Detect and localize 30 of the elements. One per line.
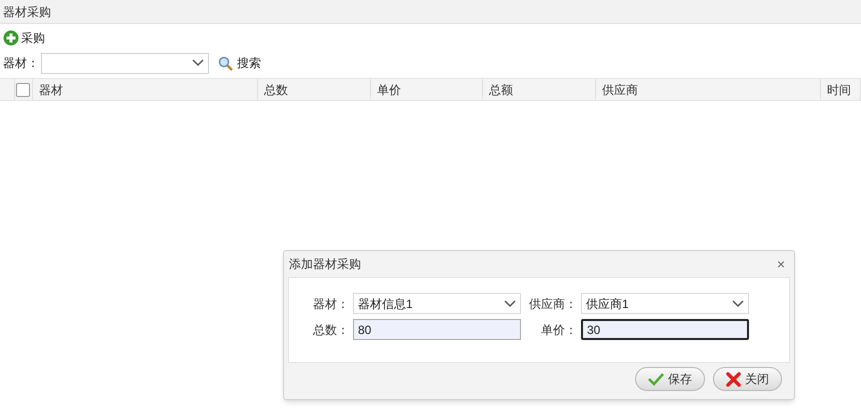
- close-button[interactable]: 关闭: [713, 367, 782, 391]
- field-label: 供应商：: [528, 296, 578, 312]
- select-field[interactable]: 器材信息1: [353, 293, 521, 314]
- column-header[interactable]: 单价: [371, 79, 483, 100]
- field-label: 单价：: [540, 322, 578, 338]
- search-icon: [218, 56, 233, 70]
- panel-title: 器材采购: [3, 4, 51, 20]
- field-label: 器材：: [312, 296, 350, 312]
- input-field[interactable]: 80: [353, 319, 521, 340]
- search-label: 器材：: [3, 55, 39, 72]
- dialog-title: 添加器材采购: [289, 256, 361, 273]
- cross-icon: [726, 372, 741, 386]
- column-header[interactable]: 器材: [33, 79, 258, 100]
- check-icon: [648, 372, 664, 386]
- select-field[interactable]: 供应商1: [581, 293, 749, 314]
- chevron-icon: [732, 300, 744, 308]
- add-button[interactable]: 采购: [3, 29, 45, 47]
- column-header[interactable]: 总数: [258, 79, 371, 100]
- column-header[interactable]: 时间: [821, 79, 861, 100]
- equipment-select[interactable]: [41, 52, 209, 74]
- column-header[interactable]: 供应商: [596, 79, 821, 100]
- plus-icon: [3, 30, 19, 46]
- chevron-icon: [504, 300, 516, 308]
- column-header[interactable]: 总额: [483, 79, 596, 100]
- select-all-checkbox[interactable]: [16, 82, 30, 96]
- save-button[interactable]: 保存: [635, 367, 705, 391]
- chevron-icon: [192, 59, 204, 67]
- input-field[interactable]: 30: [581, 319, 749, 340]
- field-label: 总数：: [312, 322, 350, 338]
- search-button[interactable]: 搜索: [218, 54, 261, 72]
